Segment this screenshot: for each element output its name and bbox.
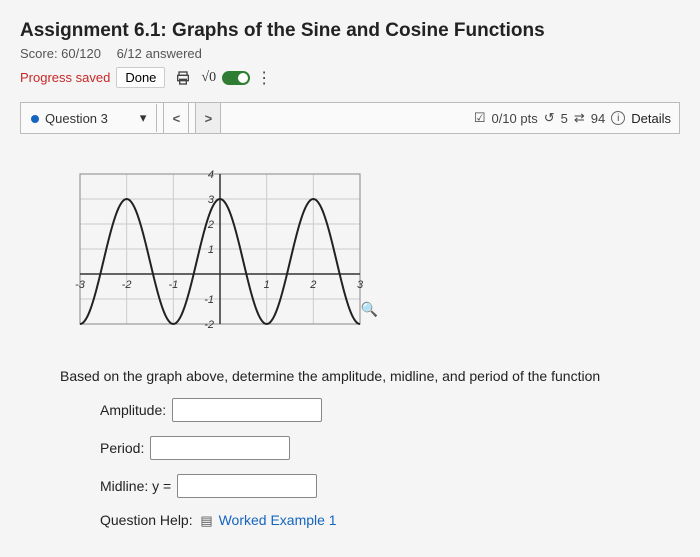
done-button[interactable]: Done <box>116 67 165 88</box>
amplitude-input[interactable] <box>172 398 322 422</box>
chevron-down-icon: ▾ <box>140 110 147 126</box>
period-input[interactable] <box>150 436 290 460</box>
question-prompt: Based on the graph above, determine the … <box>60 368 660 384</box>
info-icon[interactable]: i <box>611 111 625 125</box>
svg-text:4: 4 <box>208 169 214 181</box>
subhead: Score: 60/120 6/12 answered <box>20 46 680 61</box>
amplitude-label: Amplitude: <box>100 402 166 418</box>
help-row: Question Help: ▤ Worked Example 1 <box>100 512 660 529</box>
progress-saved-text: Progress saved <box>20 70 110 85</box>
midline-input[interactable] <box>177 474 317 498</box>
period-label: Period: <box>100 440 144 456</box>
svg-text:2: 2 <box>309 279 316 291</box>
help-label: Question Help: <box>100 512 193 528</box>
question-bar: Question 3 ▾ < > ☑ 0/10 pts ↺ 5 ⇄ 94 i D… <box>20 102 680 134</box>
question-content: -3-2-1123-2-11234 🔍 Based on the graph a… <box>20 134 680 535</box>
attempts-text: 94 <box>591 111 605 126</box>
svg-text:1: 1 <box>264 279 270 291</box>
svg-text:-1: -1 <box>168 279 178 291</box>
magnify-icon[interactable]: 🔍 <box>361 301 378 318</box>
video-icon: ▤ <box>200 513 212 528</box>
score-text: Score: 60/120 <box>20 46 101 61</box>
question-number: Question 3 <box>45 111 108 126</box>
toggle-switch[interactable] <box>222 71 250 85</box>
midline-row: Midline: y = <box>100 474 660 498</box>
prev-button[interactable]: < <box>163 103 189 133</box>
details-button[interactable]: Details <box>631 111 671 126</box>
question-meta: ☑ 0/10 pts ↺ 5 ⇄ 94 i Details <box>474 110 679 126</box>
graph: -3-2-1123-2-11234 🔍 <box>60 154 380 354</box>
svg-text:1: 1 <box>208 244 214 256</box>
svg-text:-3: -3 <box>75 279 86 291</box>
question-dropdown[interactable]: Question 3 ▾ <box>21 104 157 132</box>
retry-icon: ↺ <box>544 110 555 126</box>
math-input-icon[interactable]: √0 <box>201 70 216 86</box>
period-row: Period: <box>100 436 660 460</box>
progress-row: Progress saved Done √0 ⋮ <box>20 67 680 88</box>
svg-text:-2: -2 <box>122 279 132 291</box>
svg-text:-1: -1 <box>204 294 214 306</box>
print-icon[interactable] <box>171 68 195 88</box>
svg-text:3: 3 <box>357 279 364 291</box>
next-button[interactable]: > <box>195 103 221 133</box>
svg-text:-2: -2 <box>204 319 214 331</box>
midline-label: Midline: y = <box>100 478 171 494</box>
checkbox-icon: ☑ <box>474 110 486 126</box>
answered-text: 6/12 answered <box>117 46 202 61</box>
retries-text: 5 <box>561 111 568 126</box>
kebab-menu-icon[interactable]: ⋮ <box>256 68 272 88</box>
attempts-icon: ⇄ <box>574 110 585 126</box>
status-bullet-icon <box>31 115 39 123</box>
amplitude-row: Amplitude: <box>100 398 660 422</box>
page-title: Assignment 6.1: Graphs of the Sine and C… <box>20 20 680 42</box>
worked-example-link[interactable]: Worked Example 1 <box>219 512 337 528</box>
pts-text: 0/10 pts <box>491 111 537 126</box>
